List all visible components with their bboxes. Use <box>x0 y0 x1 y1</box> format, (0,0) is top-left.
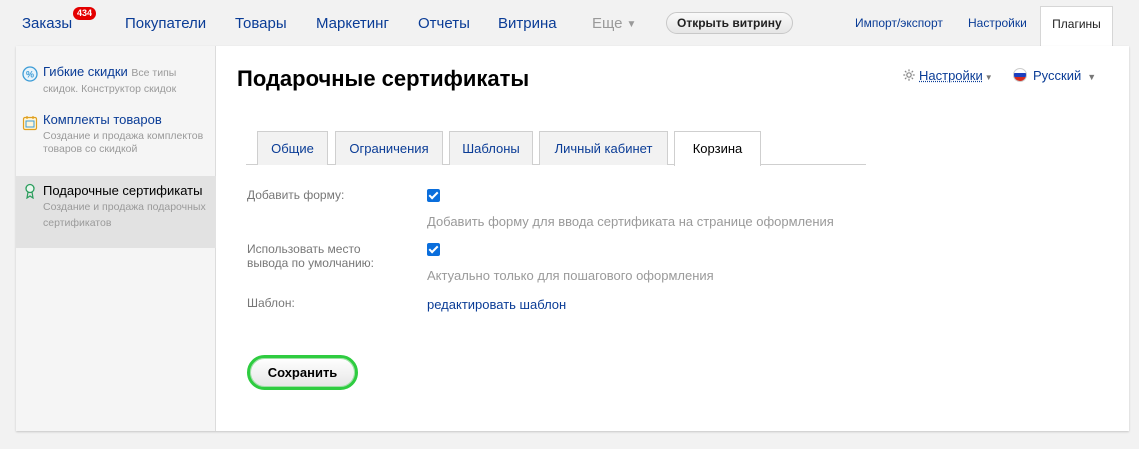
add-form-checkbox[interactable] <box>427 189 440 202</box>
nav-settings[interactable]: Настройки <box>968 16 1027 30</box>
certificate-icon <box>25 183 35 199</box>
nav-import-export[interactable]: Импорт/экспорт <box>855 16 943 30</box>
edit-template-link[interactable]: редактировать шаблон <box>427 297 566 312</box>
nav-more[interactable]: Еще ▼ <box>592 15 636 32</box>
plugin-settings-label: Настройки <box>919 68 983 83</box>
tab-personal-account[interactable]: Личный кабинет <box>539 131 668 165</box>
sidebar-item-desc: Создание и продажа подарочных сертификат… <box>43 201 206 229</box>
template-label: Шаблон: <box>247 296 295 310</box>
add-form-hint: Добавить форму для ввода сертификата на … <box>427 214 834 229</box>
language-selector[interactable]: Русский ▼ <box>1013 68 1096 83</box>
page-title: Подарочные сертификаты <box>237 66 530 91</box>
tab-cart[interactable]: Корзина <box>674 131 761 166</box>
nav-orders[interactable]: Заказы <box>22 15 72 32</box>
percent-icon: % <box>22 66 38 82</box>
orders-count-badge: 434 <box>73 7 97 20</box>
nav-products[interactable]: Товары <box>235 15 287 32</box>
sidebar-item-title: Подарочные сертификаты <box>43 183 203 198</box>
sidebar-item-flexible-discounts[interactable]: % Гибкие скидки Все типы скидок. Констру… <box>16 64 216 104</box>
sidebar-item-product-bundles[interactable]: Комплекты товаров Создание и продажа ком… <box>16 113 216 163</box>
default-place-hint: Актуально только для пошагового оформлен… <box>427 268 714 283</box>
nav-reports[interactable]: Отчеты <box>418 15 470 32</box>
russia-flag-icon <box>1013 68 1027 82</box>
default-place-checkbox[interactable] <box>427 243 440 256</box>
language-label: Русский <box>1033 68 1082 83</box>
plugins-sidebar: % Гибкие скидки Все типы скидок. Констру… <box>16 46 216 431</box>
save-button[interactable]: Сохранить <box>247 355 358 390</box>
bundle-icon <box>22 116 38 131</box>
chevron-down-icon: ▼ <box>984 73 993 82</box>
sidebar-item-gift-certificates[interactable]: Подарочные сертификаты Создание и продаж… <box>16 176 216 248</box>
top-navigation: Заказы 434 Покупатели Товары Маркетинг О… <box>0 0 1139 47</box>
nav-plugins-tab[interactable]: Плагины <box>1040 6 1113 47</box>
nav-more-label: Еще <box>592 15 623 32</box>
default-place-label: Использовать место вывода по умолчанию: <box>247 242 375 270</box>
nav-marketing[interactable]: Маркетинг <box>316 15 389 32</box>
nav-storefront[interactable]: Витрина <box>498 15 557 32</box>
tab-templates[interactable]: Шаблоны <box>449 131 533 165</box>
add-form-label: Добавить форму: <box>247 188 345 202</box>
sidebar-item-title: Комплекты товаров <box>43 112 162 127</box>
settings-tabs: Общие Ограничения Шаблоны Личный кабинет… <box>246 131 866 166</box>
chevron-down-icon: ▼ <box>626 19 637 30</box>
open-store-button[interactable]: Открыть витрину <box>666 12 793 34</box>
svg-text:%: % <box>26 70 34 80</box>
sidebar-item-title: Гибкие скидки <box>43 64 128 79</box>
tab-general[interactable]: Общие <box>257 131 328 165</box>
tab-restrictions[interactable]: Ограничения <box>335 131 443 165</box>
gear-icon <box>903 69 915 81</box>
sidebar-item-desc: Создание и продажа комплектов товаров со… <box>43 130 204 155</box>
nav-customers[interactable]: Покупатели <box>125 15 206 32</box>
main-panel: % Гибкие скидки Все типы скидок. Констру… <box>16 46 1129 431</box>
chevron-down-icon: ▼ <box>1087 72 1097 82</box>
plugin-settings-link[interactable]: Настройки ▼ <box>902 68 993 83</box>
